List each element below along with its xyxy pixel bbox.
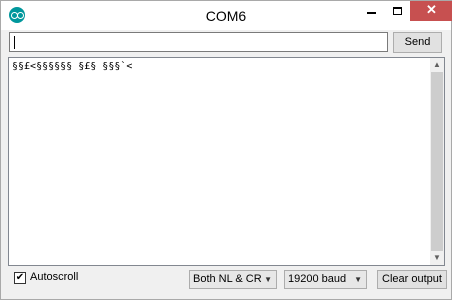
chevron-down-icon: ▼ (264, 275, 272, 284)
autoscroll-checkbox[interactable]: ✔ (14, 272, 26, 284)
close-button[interactable]: ✕ (410, 1, 452, 21)
chevron-down-icon: ▼ (354, 275, 362, 284)
bottom-toolbar: ✔ Autoscroll Both NL & CR ▼ 19200 baud ▼… (1, 267, 451, 299)
text-caret (14, 36, 15, 49)
title-bar[interactable]: COM6 ✕ (1, 1, 452, 30)
serial-monitor-window: COM6 ✕ Send §§£<§§§§§§ §£§ §§§`< ▲ ▼ ✔ A… (0, 0, 452, 300)
maximize-button[interactable] (384, 1, 410, 21)
clear-output-button[interactable]: Clear output (377, 270, 447, 289)
checkmark-icon: ✔ (15, 272, 25, 283)
arrow-up-icon[interactable]: ▲ (432, 60, 442, 70)
scrollbar-thumb[interactable] (431, 72, 443, 251)
autoscroll-label: Autoscroll (30, 271, 79, 283)
maximize-icon (392, 6, 402, 15)
serial-output-text: §§£<§§§§§§ §£§ §§§`< (12, 61, 133, 72)
send-button[interactable]: Send (393, 32, 442, 53)
arrow-down-icon[interactable]: ▼ (432, 253, 442, 263)
baud-rate-select[interactable]: 19200 baud ▼ (284, 270, 367, 289)
serial-output-area[interactable]: §§£<§§§§§§ §£§ §§§`< ▲ ▼ (8, 57, 445, 266)
minimize-icon (366, 11, 376, 14)
minimize-button[interactable] (358, 1, 384, 21)
line-ending-select[interactable]: Both NL & CR ▼ (189, 270, 277, 289)
vertical-scrollbar[interactable]: ▲ ▼ (430, 58, 444, 265)
serial-input-field[interactable] (9, 32, 388, 52)
line-ending-value: Both NL & CR (193, 273, 262, 285)
baud-rate-value: 19200 baud (288, 273, 347, 285)
